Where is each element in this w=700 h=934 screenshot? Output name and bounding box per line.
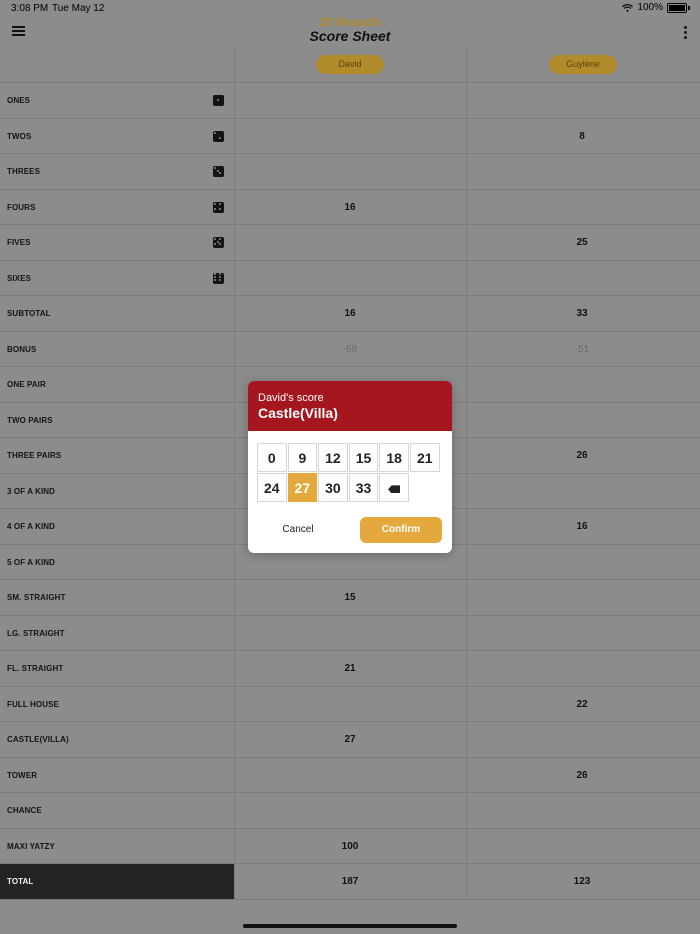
score-row: FOURS 16 [0, 189, 700, 225]
battery-tip [688, 5, 690, 10]
score-key[interactable]: 27 [287, 473, 318, 503]
score-row: THREES [0, 154, 700, 190]
die-face-5-icon [213, 237, 224, 248]
player-pill-guylene[interactable]: Guylène [549, 55, 617, 74]
score-key[interactable]: 0 [257, 443, 287, 472]
score-cell-guylene[interactable]: 26 [466, 438, 698, 473]
confirm-button[interactable]: Confirm [360, 517, 442, 543]
row-label: ONES [7, 96, 31, 105]
die-face-1-icon [213, 95, 224, 106]
row-label: FIVES [7, 238, 31, 247]
row-label: FULL HOUSE [7, 699, 59, 709]
die-face-4-icon [213, 201, 224, 213]
score-cell-guylene[interactable]: 26 [466, 758, 698, 793]
home-indicator [243, 924, 457, 928]
score-row: FIVES 25 [0, 225, 700, 261]
row-label: SIXES [7, 273, 32, 283]
row-label: THREES [7, 167, 41, 176]
dialog-header: David's score Castle(Villa) [248, 381, 452, 431]
score-cell-david[interactable]: 187 [234, 864, 466, 899]
score-row: FULL HOUSE 22 [0, 686, 700, 722]
score-row: CASTLE(VILLA) 27 [0, 722, 700, 758]
row-label: FL. STRAIGHT [7, 664, 64, 673]
score-cell-guylene[interactable]: -51 [466, 332, 698, 367]
row-label: 5 OF A KIND [7, 557, 56, 567]
score-row: MAXI YATZY 100 [0, 828, 700, 864]
die-face-6-icon [213, 272, 224, 284]
battery-icon [667, 2, 687, 13]
row-label: LG. STRAIGHT [7, 628, 65, 638]
row-label: CHANCE [7, 806, 42, 815]
page-title: Score Sheet [309, 28, 391, 44]
row-label: TOWER [7, 770, 38, 780]
dialog-title: Castle(Villa) [258, 405, 338, 421]
score-dialog: David's score Castle(Villa) 0 9 12 15 18 21 24… [248, 381, 452, 553]
wifi-icon [622, 3, 634, 12]
row-label: MAXI YATZY [7, 841, 55, 851]
battery-percent: 100% [637, 2, 663, 13]
score-row: CHANCE [0, 793, 700, 829]
score-row: SM. STRAIGHT 15 [0, 580, 700, 616]
row-label: CASTLE(VILLA) [7, 735, 69, 744]
score-key[interactable]: 30 [318, 473, 348, 503]
score-cell-guylene[interactable]: 22 [466, 687, 698, 722]
score-cell-guylene[interactable]: 16 [466, 509, 698, 544]
score-row: SUBTOTAL 16 33 [0, 296, 700, 332]
score-key[interactable]: 33 [348, 473, 379, 503]
score-key[interactable]: 21 [410, 443, 440, 472]
status-time: 3:08 PM [11, 3, 49, 14]
score-row: TWOS 8 [0, 118, 700, 154]
row-label: 4 OF A KIND [7, 522, 56, 531]
score-row: BONUS -68 -51 [0, 331, 700, 367]
row-label: FOURS [7, 202, 36, 212]
player-header-row: David Guylène [0, 46, 700, 83]
status-date: Tue May 12 [52, 3, 105, 14]
score-row: ONES [0, 83, 700, 119]
more-options-icon[interactable] [683, 26, 687, 40]
total-label-bg [0, 864, 234, 899]
score-row: FL. STRAIGHT 21 [0, 651, 700, 687]
score-cell-david[interactable]: 16 [234, 190, 466, 225]
backspace-key[interactable] [379, 473, 409, 503]
row-label: THREE PAIRS [7, 451, 62, 460]
status-right: 100% [622, 2, 690, 13]
dialog-subtitle: David's score [258, 392, 324, 404]
score-cell-david[interactable]: 16 [234, 296, 466, 331]
score-key[interactable]: 12 [318, 443, 348, 472]
row-label: ONE PAIR [7, 380, 46, 389]
cancel-button[interactable]: Cancel [268, 517, 328, 543]
row-label: SUBTOTAL [7, 309, 51, 318]
row-label: BONUS [7, 344, 37, 354]
score-cell-david[interactable]: -68 [234, 332, 466, 367]
score-key[interactable]: 15 [348, 443, 379, 472]
score-row: SIXES [0, 260, 700, 296]
row-label: SM. STRAIGHT [7, 593, 66, 602]
score-cell-guylene[interactable]: 123 [466, 864, 698, 899]
score-cell-david[interactable]: 15 [234, 580, 466, 615]
score-row: LG. STRAIGHT [0, 615, 700, 651]
backspace-icon [388, 485, 401, 494]
row-label: TOTAL [7, 877, 34, 886]
rounds-subtitle: 20 Rounds [319, 15, 381, 29]
score-key[interactable]: 24 [257, 473, 287, 503]
score-key[interactable]: 9 [287, 443, 318, 472]
total-row: TOTAL 187 123 [0, 864, 700, 900]
score-cell-david[interactable]: 21 [234, 651, 466, 686]
player-pill-david[interactable]: David [316, 55, 384, 74]
die-face-3-icon [213, 166, 224, 177]
score-cell-david[interactable]: 27 [234, 722, 466, 757]
app-header: 20 Rounds Score Sheet [0, 14, 700, 47]
score-key[interactable]: 18 [379, 443, 409, 472]
score-row: TOWER 26 [0, 757, 700, 793]
score-cell-david[interactable]: 100 [234, 829, 466, 864]
score-cell-guylene[interactable]: 25 [466, 225, 698, 260]
score-cell-guylene[interactable]: 33 [466, 296, 698, 331]
score-cell-guylene[interactable]: 8 [466, 119, 698, 154]
row-label: 3 OF A KIND [7, 486, 56, 496]
die-face-2-icon [213, 130, 224, 142]
row-label: TWOS [7, 131, 32, 141]
row-label: TWO PAIRS [7, 415, 53, 425]
